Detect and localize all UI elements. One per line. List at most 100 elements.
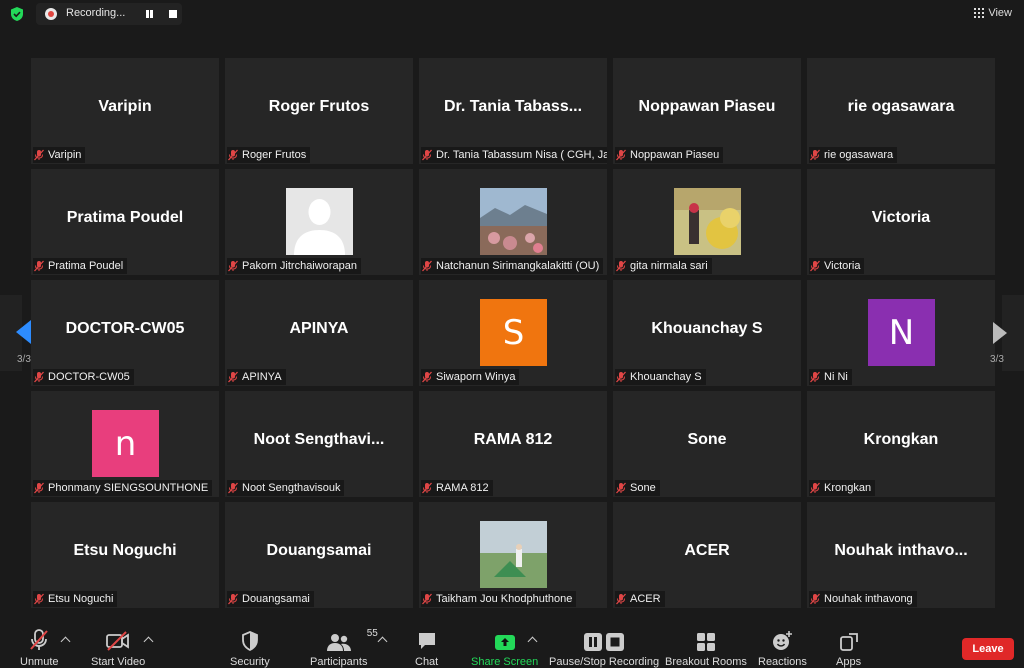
muted-mic-icon bbox=[810, 371, 820, 383]
participant-tile[interactable]: Sone Sone bbox=[613, 391, 801, 497]
participant-name-label: Dr. Tania Tabassum Nisa ( CGH, Ja... bbox=[421, 147, 607, 163]
participant-tile[interactable]: Taikham Jou Khodphuthone bbox=[419, 502, 607, 608]
participant-tile[interactable]: Pratima Poudel Pratima Poudel bbox=[31, 169, 219, 275]
participant-tile[interactable]: Noppawan Piaseu Noppawan Piaseu bbox=[613, 58, 801, 164]
pause-stop-recording-button[interactable]: Pause/Stop Recording bbox=[549, 628, 659, 668]
recording-dot-icon bbox=[45, 8, 57, 20]
letter-avatar: n bbox=[92, 410, 159, 477]
participant-name-label: APINYA bbox=[227, 369, 286, 385]
participant-name: ACER bbox=[630, 593, 661, 605]
participant-display-name: ACER bbox=[684, 542, 730, 559]
apps-button[interactable]: Apps bbox=[836, 628, 861, 668]
participant-name-label: gita nirmala sari bbox=[615, 258, 712, 274]
view-label: View bbox=[988, 7, 1012, 19]
view-button[interactable]: View bbox=[974, 5, 1012, 21]
audio-options-chevron-icon[interactable] bbox=[60, 636, 71, 647]
participants-button[interactable]: 55 Participants bbox=[310, 628, 378, 668]
participant-name: Khouanchay S bbox=[630, 371, 702, 383]
participant-tile[interactable]: Krongkan Krongkan bbox=[807, 391, 995, 497]
profile-photo-field bbox=[674, 188, 741, 255]
participant-tile[interactable]: Nouhak inthavo... Nouhak inthavong bbox=[807, 502, 995, 608]
participant-tile[interactable]: rie ogasawara rie ogasawara bbox=[807, 58, 995, 164]
participant-name-label: Victoria bbox=[809, 258, 865, 274]
participant-name-label: Ni Ni bbox=[809, 369, 852, 385]
security-button[interactable]: Security bbox=[230, 628, 270, 668]
participant-tile[interactable]: APINYA APINYA bbox=[225, 280, 413, 386]
default-avatar-icon bbox=[286, 188, 353, 255]
participant-name-label: Pakorn Jitrchaiworapan bbox=[227, 258, 361, 274]
unmute-button[interactable]: Unmute bbox=[20, 628, 59, 668]
muted-mic-icon bbox=[810, 593, 820, 605]
share-screen-label: Share Screen bbox=[471, 656, 539, 668]
participant-tile[interactable]: RAMA 812 RAMA 812 bbox=[419, 391, 607, 497]
participant-display-name: Noppawan Piaseu bbox=[638, 98, 776, 115]
participant-name-label: Douangsamai bbox=[227, 591, 314, 607]
participant-name-label: Varipin bbox=[33, 147, 86, 163]
participant-display-name: APINYA bbox=[289, 320, 349, 337]
participant-tile[interactable]: Etsu Noguchi Etsu Noguchi bbox=[31, 502, 219, 608]
reactions-button[interactable]: Reactions bbox=[758, 628, 807, 668]
breakout-rooms-button[interactable]: Breakout Rooms bbox=[665, 628, 747, 668]
previous-page-arrow-icon[interactable] bbox=[16, 320, 31, 344]
reactions-label: Reactions bbox=[758, 656, 807, 668]
participant-name: rie ogasawara bbox=[824, 149, 894, 161]
participant-name: Noppawan Piaseu bbox=[630, 149, 720, 161]
chat-button[interactable]: Chat bbox=[415, 628, 438, 668]
participant-tile[interactable]: N Ni Ni bbox=[807, 280, 995, 386]
participant-name: Taikham Jou Khodphuthone bbox=[436, 593, 573, 605]
share-screen-button[interactable]: Share Screen bbox=[471, 628, 538, 668]
participant-name-label: rie ogasawara bbox=[809, 147, 898, 163]
participant-display-name: Khouanchay S bbox=[651, 320, 763, 337]
participant-name: Krongkan bbox=[824, 482, 872, 494]
participant-name-label: Noppawan Piaseu bbox=[615, 147, 724, 163]
encryption-shield-icon[interactable] bbox=[9, 6, 25, 22]
participant-tile[interactable]: S Siwaporn Winya bbox=[419, 280, 607, 386]
share-screen-arrow-icon bbox=[494, 635, 515, 650]
next-page-arrow-icon[interactable] bbox=[993, 322, 1007, 344]
start-video-button[interactable]: Start Video bbox=[91, 628, 145, 668]
muted-mic-icon bbox=[34, 260, 44, 272]
muted-mic-icon bbox=[34, 149, 44, 161]
participant-tile[interactable]: Noot Sengthavi... Noot Sengthavisouk bbox=[225, 391, 413, 497]
participant-tile[interactable]: Douangsamai Douangsamai bbox=[225, 502, 413, 608]
participant-name-label: Etsu Noguchi bbox=[33, 591, 118, 607]
participant-display-name: Etsu Noguchi bbox=[73, 542, 177, 559]
participant-name: APINYA bbox=[242, 371, 282, 383]
muted-mic-icon bbox=[616, 260, 626, 272]
pause-stop-recording-label: Pause/Stop Recording bbox=[549, 656, 660, 668]
participant-display-name: RAMA 812 bbox=[473, 431, 553, 448]
participant-tile[interactable]: gita nirmala sari bbox=[613, 169, 801, 275]
participant-name-label: Nouhak inthavong bbox=[809, 591, 917, 607]
muted-mic-icon bbox=[228, 260, 238, 272]
participant-tile[interactable]: Natchanun Sirimangkalakitti (OU) bbox=[419, 169, 607, 275]
leave-meeting-button[interactable]: Leave bbox=[962, 638, 1014, 660]
grid-view-icon bbox=[974, 8, 985, 18]
muted-mic-icon bbox=[422, 482, 432, 494]
letter-avatar: S bbox=[480, 299, 547, 366]
muted-mic-icon bbox=[34, 371, 44, 383]
participant-tile[interactable]: n Phonmany SIENGSOUNTHONE bbox=[31, 391, 219, 497]
security-shield-icon bbox=[241, 631, 258, 652]
participant-display-name: Varipin bbox=[98, 98, 152, 115]
unmute-label: Unmute bbox=[20, 656, 59, 668]
participant-tile[interactable]: Victoria Victoria bbox=[807, 169, 995, 275]
apps-label: Apps bbox=[836, 656, 862, 668]
stop-recording-icon[interactable] bbox=[169, 10, 177, 18]
participants-options-chevron-icon[interactable] bbox=[377, 636, 388, 647]
participant-name: Pakorn Jitrchaiworapan bbox=[242, 260, 357, 272]
meeting-toolbar: Unmute Start Video Security 55 Participa… bbox=[0, 622, 1024, 668]
participant-display-name: Krongkan bbox=[863, 431, 939, 448]
participant-tile[interactable]: Khouanchay S Khouanchay S bbox=[613, 280, 801, 386]
participant-name-label: Krongkan bbox=[809, 480, 876, 496]
muted-mic-icon bbox=[422, 371, 432, 383]
pause-recording-icon[interactable] bbox=[145, 9, 155, 19]
muted-mic-icon bbox=[810, 482, 820, 494]
participant-tile[interactable]: Dr. Tania Tabass... Dr. Tania Tabassum Ni… bbox=[419, 58, 607, 164]
participant-tile[interactable]: DOCTOR-CW05 DOCTOR-CW05 bbox=[31, 280, 219, 386]
top-bar: Recording... View bbox=[0, 0, 1024, 28]
participant-tile[interactable]: ACER ACER bbox=[613, 502, 801, 608]
participant-tile[interactable]: Varipin Varipin bbox=[31, 58, 219, 164]
participant-tile[interactable]: Pakorn Jitrchaiworapan bbox=[225, 169, 413, 275]
profile-photo-mountain bbox=[480, 188, 547, 255]
participant-tile[interactable]: Roger Frutos Roger Frutos bbox=[225, 58, 413, 164]
